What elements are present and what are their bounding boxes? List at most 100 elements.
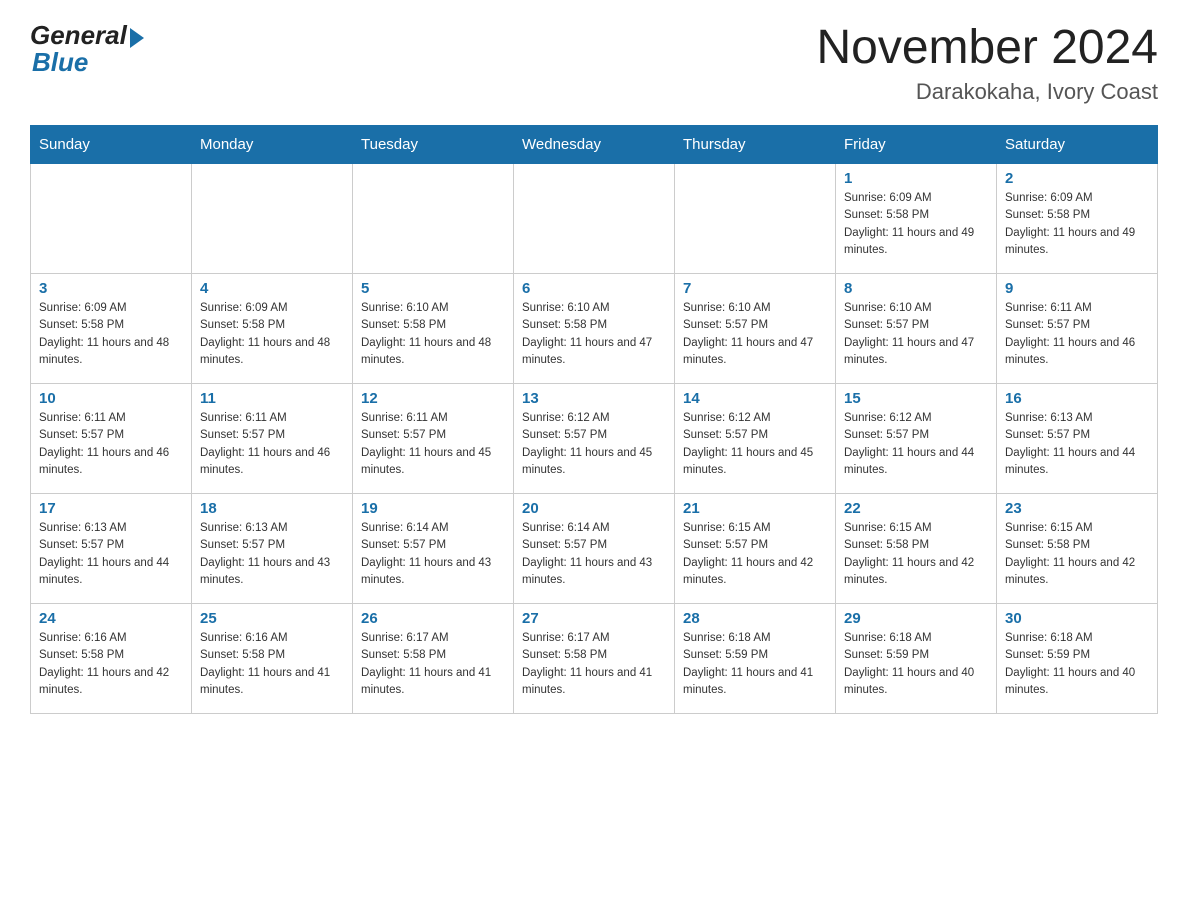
calendar-cell: 3 Sunrise: 6:09 AM Sunset: 5:58 PM Daylig… [31, 274, 192, 384]
day-number: 3 [39, 280, 183, 297]
calendar-cell: 8 Sunrise: 6:10 AM Sunset: 5:57 PM Daylig… [836, 274, 997, 384]
calendar-cell [31, 164, 192, 274]
calendar-week-row: 24Sunrise: 6:16 AM Sunset: 5:58 PM Dayli… [31, 604, 1158, 714]
day-of-week-header: Thursday [675, 126, 836, 164]
calendar-cell: 28 Sunrise: 6:18 AM Sunset: 5:59 PM Dayli… [675, 604, 836, 714]
day-number: 1 [844, 170, 988, 187]
day-number: 2 [1005, 170, 1149, 187]
calendar-cell [514, 164, 675, 274]
calendar-cell [192, 164, 353, 274]
day-sun-info: Sunrise: 6:12 AM Sunset: 5:57 PM Dayligh… [522, 410, 666, 479]
day-sun-info: Sunrise: 6:13 AM Sunset: 5:57 PM Dayligh… [200, 520, 344, 589]
day-number: 7 [683, 280, 827, 297]
day-number: 8 [844, 280, 988, 297]
calendar-cell: 5 Sunrise: 6:10 AM Sunset: 5:58 PM Daylig… [353, 274, 514, 384]
day-sun-info: Sunrise: 6:14 AM Sunset: 5:57 PM Dayligh… [522, 520, 666, 589]
day-sun-info: Sunrise: 6:15 AM Sunset: 5:58 PM Dayligh… [1005, 520, 1149, 589]
calendar-cell [353, 164, 514, 274]
day-number: 16 [1005, 390, 1149, 407]
day-number: 28 [683, 610, 827, 627]
day-sun-info: Sunrise: 6:09 AM Sunset: 5:58 PM Dayligh… [39, 300, 183, 369]
day-sun-info: Sunrise: 6:13 AM Sunset: 5:57 PM Dayligh… [39, 520, 183, 589]
calendar-table: SundayMondayTuesdayWednesdayThursdayFrid… [30, 125, 1158, 714]
day-sun-info: Sunrise: 6:14 AM Sunset: 5:57 PM Dayligh… [361, 520, 505, 589]
calendar-cell [675, 164, 836, 274]
calendar-cell: 20 Sunrise: 6:14 AM Sunset: 5:57 PM Dayli… [514, 494, 675, 604]
day-sun-info: Sunrise: 6:13 AM Sunset: 5:57 PM Dayligh… [1005, 410, 1149, 479]
day-of-week-header: Sunday [31, 126, 192, 164]
day-number: 21 [683, 500, 827, 517]
title-area: November 2024 Darakokaha, Ivory Coast [816, 20, 1158, 105]
calendar-cell: 21 Sunrise: 6:15 AM Sunset: 5:57 PM Dayli… [675, 494, 836, 604]
day-sun-info: Sunrise: 6:11 AM Sunset: 5:57 PM Dayligh… [200, 410, 344, 479]
calendar-week-row: 3 Sunrise: 6:09 AM Sunset: 5:58 PM Daylig… [31, 274, 1158, 384]
day-number: 14 [683, 390, 827, 407]
calendar-week-row: 1 Sunrise: 6:09 AM Sunset: 5:58 PM Daylig… [31, 164, 1158, 274]
day-number: 13 [522, 390, 666, 407]
calendar-header-row: SundayMondayTuesdayWednesdayThursdayFrid… [31, 126, 1158, 164]
logo: General Blue [30, 20, 144, 78]
day-number: 30 [1005, 610, 1149, 627]
day-sun-info: Sunrise: 6:09 AM Sunset: 5:58 PM Dayligh… [844, 190, 988, 259]
calendar-cell: 18 Sunrise: 6:13 AM Sunset: 5:57 PM Dayli… [192, 494, 353, 604]
day-sun-info: Sunrise: 6:11 AM Sunset: 5:57 PM Dayligh… [361, 410, 505, 479]
day-sun-info: Sunrise: 6:10 AM Sunset: 5:58 PM Dayligh… [361, 300, 505, 369]
day-number: 5 [361, 280, 505, 297]
month-year-title: November 2024 [816, 20, 1158, 75]
day-sun-info: Sunrise: 6:15 AM Sunset: 5:57 PM Dayligh… [683, 520, 827, 589]
day-number: 22 [844, 500, 988, 517]
day-number: 27 [522, 610, 666, 627]
calendar-cell: 9 Sunrise: 6:11 AM Sunset: 5:57 PM Daylig… [997, 274, 1158, 384]
calendar-cell: 11 Sunrise: 6:11 AM Sunset: 5:57 PM Dayli… [192, 384, 353, 494]
day-number: 6 [522, 280, 666, 297]
logo-arrow-icon [130, 28, 144, 48]
day-number: 15 [844, 390, 988, 407]
day-sun-info: Sunrise: 6:16 AM Sunset: 5:58 PM Dayligh… [39, 630, 183, 699]
day-number: 20 [522, 500, 666, 517]
day-sun-info: Sunrise: 6:17 AM Sunset: 5:58 PM Dayligh… [522, 630, 666, 699]
location-subtitle: Darakokaha, Ivory Coast [816, 79, 1158, 105]
day-sun-info: Sunrise: 6:10 AM Sunset: 5:57 PM Dayligh… [844, 300, 988, 369]
calendar-cell: 1 Sunrise: 6:09 AM Sunset: 5:58 PM Daylig… [836, 164, 997, 274]
calendar-cell: 14Sunrise: 6:12 AM Sunset: 5:57 PM Dayli… [675, 384, 836, 494]
calendar-cell: 16 Sunrise: 6:13 AM Sunset: 5:57 PM Dayli… [997, 384, 1158, 494]
calendar-cell: 26 Sunrise: 6:17 AM Sunset: 5:58 PM Dayli… [353, 604, 514, 714]
day-sun-info: Sunrise: 6:09 AM Sunset: 5:58 PM Dayligh… [200, 300, 344, 369]
day-number: 29 [844, 610, 988, 627]
day-number: 25 [200, 610, 344, 627]
day-number: 12 [361, 390, 505, 407]
day-sun-info: Sunrise: 6:16 AM Sunset: 5:58 PM Dayligh… [200, 630, 344, 699]
calendar-cell: 27 Sunrise: 6:17 AM Sunset: 5:58 PM Dayli… [514, 604, 675, 714]
header: General Blue November 2024 Darakokaha, I… [30, 20, 1158, 105]
day-number: 26 [361, 610, 505, 627]
day-sun-info: Sunrise: 6:17 AM Sunset: 5:58 PM Dayligh… [361, 630, 505, 699]
day-number: 9 [1005, 280, 1149, 297]
calendar-cell: 25 Sunrise: 6:16 AM Sunset: 5:58 PM Dayli… [192, 604, 353, 714]
calendar-cell: 12 Sunrise: 6:11 AM Sunset: 5:57 PM Dayli… [353, 384, 514, 494]
day-sun-info: Sunrise: 6:15 AM Sunset: 5:58 PM Dayligh… [844, 520, 988, 589]
day-number: 18 [200, 500, 344, 517]
calendar-cell: 19Sunrise: 6:14 AM Sunset: 5:57 PM Dayli… [353, 494, 514, 604]
calendar-cell: 15 Sunrise: 6:12 AM Sunset: 5:57 PM Dayli… [836, 384, 997, 494]
day-of-week-header: Tuesday [353, 126, 514, 164]
calendar-cell: 17Sunrise: 6:13 AM Sunset: 5:57 PM Dayli… [31, 494, 192, 604]
calendar-week-row: 17Sunrise: 6:13 AM Sunset: 5:57 PM Dayli… [31, 494, 1158, 604]
day-sun-info: Sunrise: 6:12 AM Sunset: 5:57 PM Dayligh… [844, 410, 988, 479]
day-of-week-header: Saturday [997, 126, 1158, 164]
day-number: 11 [200, 390, 344, 407]
day-sun-info: Sunrise: 6:18 AM Sunset: 5:59 PM Dayligh… [844, 630, 988, 699]
calendar-week-row: 10 Sunrise: 6:11 AM Sunset: 5:57 PM Dayli… [31, 384, 1158, 494]
calendar-cell: 24Sunrise: 6:16 AM Sunset: 5:58 PM Dayli… [31, 604, 192, 714]
day-of-week-header: Monday [192, 126, 353, 164]
calendar-cell: 7Sunrise: 6:10 AM Sunset: 5:57 PM Daylig… [675, 274, 836, 384]
day-number: 10 [39, 390, 183, 407]
day-of-week-header: Friday [836, 126, 997, 164]
calendar-cell: 22 Sunrise: 6:15 AM Sunset: 5:58 PM Dayli… [836, 494, 997, 604]
day-sun-info: Sunrise: 6:09 AM Sunset: 5:58 PM Dayligh… [1005, 190, 1149, 259]
calendar-cell: 29 Sunrise: 6:18 AM Sunset: 5:59 PM Dayli… [836, 604, 997, 714]
day-sun-info: Sunrise: 6:10 AM Sunset: 5:58 PM Dayligh… [522, 300, 666, 369]
day-sun-info: Sunrise: 6:18 AM Sunset: 5:59 PM Dayligh… [683, 630, 827, 699]
calendar-cell: 4Sunrise: 6:09 AM Sunset: 5:58 PM Daylig… [192, 274, 353, 384]
calendar-cell: 23Sunrise: 6:15 AM Sunset: 5:58 PM Dayli… [997, 494, 1158, 604]
day-sun-info: Sunrise: 6:11 AM Sunset: 5:57 PM Dayligh… [1005, 300, 1149, 369]
